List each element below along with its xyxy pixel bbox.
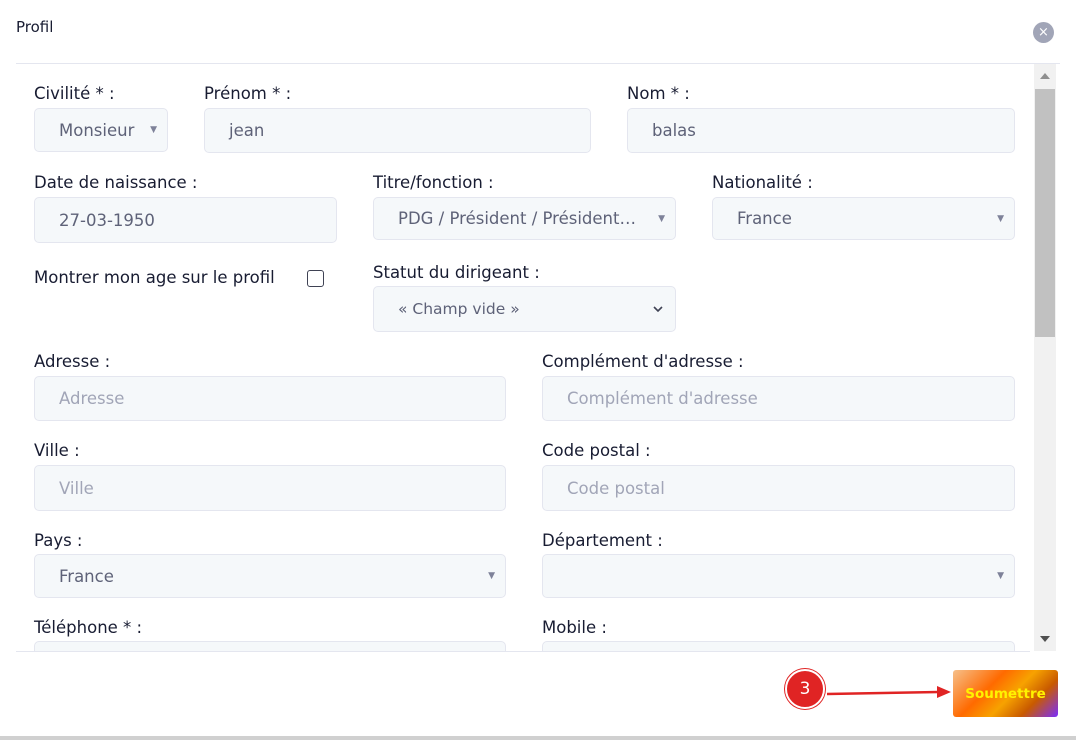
vertical-scrollbar[interactable] [1034, 64, 1056, 651]
montrer-age-label: Montrer mon age sur le profil [34, 268, 275, 287]
ville-input[interactable]: Ville [34, 465, 506, 511]
prenom-value: jean [229, 121, 265, 140]
nationalite-value: France [737, 209, 792, 228]
mobile-label: Mobile : [542, 618, 607, 637]
prenom-input[interactable]: jean [204, 108, 591, 153]
nom-label: Nom * : [627, 84, 690, 103]
pays-value: France [59, 566, 114, 586]
ville-label: Ville : [34, 441, 80, 460]
complement-placeholder: Complément d'adresse [567, 389, 758, 408]
pays-select[interactable]: France ▼ [34, 554, 506, 598]
civilite-value: Monsieur [59, 120, 135, 140]
adresse-placeholder: Adresse [59, 389, 125, 408]
close-icon[interactable]: × [1033, 22, 1054, 43]
caret-down-icon: ▼ [997, 571, 1004, 581]
ville-placeholder: Ville [59, 478, 94, 498]
civilite-label: Civilité * : [34, 84, 115, 103]
statut-select[interactable]: « Champ vide » [373, 286, 676, 332]
mobile-input[interactable] [542, 641, 1015, 651]
nom-input[interactable]: balas [627, 108, 1015, 153]
nationalite-select[interactable]: France ▼ [712, 197, 1015, 240]
scroll-up-arrow-icon[interactable] [1040, 73, 1050, 79]
form-body[interactable]: Civilité * : Monsieur ▼ Prénom * : jean … [16, 64, 1034, 651]
submit-button[interactable]: Soumettre [953, 670, 1058, 717]
telephone-input[interactable] [34, 641, 506, 651]
departement-select[interactable]: ▼ [542, 554, 1015, 598]
scroll-thumb[interactable] [1035, 89, 1055, 337]
scroll-down-arrow-icon[interactable] [1040, 636, 1050, 642]
code-postal-placeholder: Code postal [567, 478, 665, 498]
adresse-label: Adresse : [34, 352, 111, 371]
complement-label: Complément d'adresse : [542, 352, 744, 371]
code-postal-label: Code postal : [542, 441, 651, 460]
annotation-arrow-icon [826, 686, 951, 698]
montrer-age-checkbox[interactable] [307, 270, 324, 287]
nom-value: balas [652, 121, 696, 140]
nationalite-label: Nationalité : [712, 173, 813, 192]
code-postal-input[interactable]: Code postal [542, 465, 1015, 511]
adresse-input[interactable]: Adresse [34, 376, 506, 421]
complement-input[interactable]: Complément d'adresse [542, 376, 1015, 421]
pays-label: Pays : [34, 531, 83, 550]
date-naissance-input[interactable]: 27-03-1950 [34, 197, 337, 243]
civilite-select[interactable]: Monsieur ▼ [34, 108, 168, 152]
date-naissance-label: Date de naissance : [34, 173, 198, 192]
caret-down-icon: ▼ [488, 571, 495, 581]
chevron-down-icon [653, 306, 663, 313]
profile-modal: Profil × Civilité * : Monsieur ▼ Prénom … [0, 0, 1076, 740]
telephone-label: Téléphone * : [34, 618, 143, 637]
caret-down-icon: ▼ [997, 213, 1004, 224]
footer-divider [16, 651, 1030, 652]
caret-down-icon: ▼ [150, 125, 157, 135]
departement-label: Département : [542, 531, 663, 550]
modal-title: Profil [16, 18, 54, 36]
date-naissance-value: 27-03-1950 [59, 210, 155, 230]
window-bottom-edge [0, 736, 1076, 740]
titre-select[interactable]: PDG / Président / Président… ▼ [373, 197, 676, 240]
step-badge: 3 [785, 669, 825, 709]
statut-value: « Champ vide » [398, 300, 520, 318]
titre-label: Titre/fonction : [373, 173, 494, 192]
statut-label: Statut du dirigeant : [373, 263, 540, 282]
prenom-label: Prénom * : [204, 84, 292, 103]
titre-value: PDG / Président / Président… [398, 209, 636, 228]
caret-down-icon: ▼ [658, 213, 665, 224]
